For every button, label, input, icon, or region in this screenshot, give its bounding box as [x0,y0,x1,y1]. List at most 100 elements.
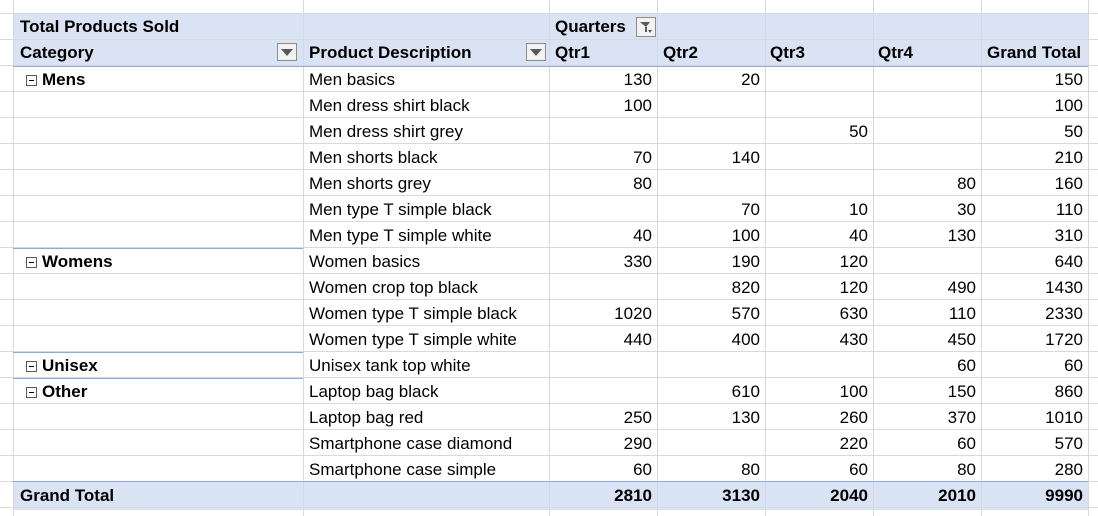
product-label: Women basics [309,252,421,271]
product-label: Men dress shirt grey [309,122,463,141]
spreadsheet-grid: Total Products Sold Quarters Category Pr… [0,0,1098,516]
product-label: Laptop bag red [309,408,424,427]
category-label: Mens [42,70,86,89]
qtr2-value: 190 [731,252,760,271]
qtr4-value: 490 [947,278,976,297]
qtr1-value: 330 [623,252,652,271]
qtr1-value: 1020 [614,304,652,323]
qtr4-value [874,119,976,145]
grand-total-qtr4: 2010 [938,486,976,505]
qtr3-value: 430 [839,330,868,349]
qtr3-value [766,145,868,171]
collapse-minus-icon[interactable] [26,387,37,398]
column-gridline [1088,0,1089,516]
collapse-minus-icon[interactable] [26,257,37,268]
row-total-value: 1720 [1045,330,1083,349]
qtr1-value [550,197,652,223]
qtr3-value: 630 [839,304,868,323]
qtr4-value [874,249,976,275]
qtr4-value: 450 [947,330,976,349]
grand-total-label: Grand Total [20,486,115,505]
qtr1-value: 130 [623,70,652,89]
collapse-minus-icon[interactable] [26,75,37,86]
product-label: Men shorts black [309,148,438,167]
qtr2-value [658,171,760,197]
qtr2-value: 100 [731,226,760,245]
qtr4-value: 80 [957,174,976,193]
row-total-value: 50 [1064,122,1083,141]
qtr3-value: 120 [839,252,868,271]
qtr4-value: 110 [948,304,976,323]
header-qtr4: Qtr4 [878,43,913,62]
row-total-value: 570 [1054,434,1083,453]
category-header: Category [20,43,94,62]
row-total-value: 160 [1054,174,1083,193]
row-total-value: 640 [1054,252,1083,271]
qtr2-value [658,431,760,457]
product-label: Laptop bag black [309,382,439,401]
qtr2-value: 140 [731,148,760,167]
product-label: Women type T simple white [309,330,517,349]
qtr3-value: 60 [849,460,868,479]
category-label: Unisex [42,356,98,375]
product-label: Men basics [309,70,395,89]
qtr1-value [550,275,652,301]
header-qtr1: Qtr1 [555,43,590,62]
qtr2-value [658,119,760,145]
qtr1-value [550,379,652,405]
qtr4-value [874,145,976,171]
product-label: Unisex tank top white [309,356,471,375]
product-label: Men dress shirt black [309,96,470,115]
row-total-value: 1010 [1045,408,1083,427]
product-label: Men type T simple black [309,200,492,219]
column-gridline [13,0,14,516]
qtr1-value: 100 [623,96,652,115]
qtr2-value: 80 [741,460,760,479]
grand-total-qtr3: 2040 [830,486,868,505]
header-grand-total: Grand Total [987,43,1082,62]
product-description-header: Product Description [309,43,472,62]
qtr2-value [658,353,760,379]
grand-total-qtr2: 3130 [722,486,760,505]
category-label: Other [42,382,88,401]
collapse-minus-icon[interactable] [26,361,37,372]
qtr1-value: 60 [633,460,652,479]
qtr3-value: 100 [839,382,868,401]
qtr1-value: 250 [623,408,652,427]
qtr3-value: 120 [839,278,868,297]
qtr2-value: 820 [731,278,760,297]
qtr1-value [550,119,652,145]
category-label: Womens [42,252,113,271]
product-label: Women crop top black [309,278,478,297]
qtr2-value [658,93,760,119]
grand-total-qtr1: 2810 [614,486,652,505]
qtr3-value: 220 [839,434,868,453]
qtr4-value: 60 [957,434,976,453]
qtr3-value: 40 [849,226,868,245]
product-label: Smartphone case diamond [309,434,513,453]
qtr2-value: 20 [741,70,760,89]
filter-icon[interactable] [636,17,656,37]
qtr4-value [874,93,976,119]
product-label: Smartphone case simple [309,460,497,479]
row-total-value: 210 [1054,148,1083,167]
product-dropdown-arrow-icon[interactable] [526,43,546,61]
category-dropdown-arrow-icon[interactable] [277,43,297,61]
qtr4-value: 60 [957,356,976,375]
pivot-title: Total Products Sold [20,17,180,36]
product-label: Men shorts grey [309,174,431,193]
qtr3-value: 10 [849,200,868,219]
column-gridline [303,0,304,516]
qtr4-value: 30 [957,200,976,219]
qtr4-value: 370 [947,408,976,427]
grand-total-total: 9990 [1045,486,1083,505]
qtr3-value [766,67,868,93]
product-label: Women type T simple black [309,304,517,323]
qtr2-value: 400 [731,330,760,349]
row-total-value: 1430 [1045,278,1083,297]
qtr4-value: 150 [947,382,976,401]
qtr4-value: 130 [947,226,976,245]
qtr3-value: 260 [839,408,868,427]
row-total-value: 280 [1054,460,1083,479]
qtr3-value [766,93,868,119]
